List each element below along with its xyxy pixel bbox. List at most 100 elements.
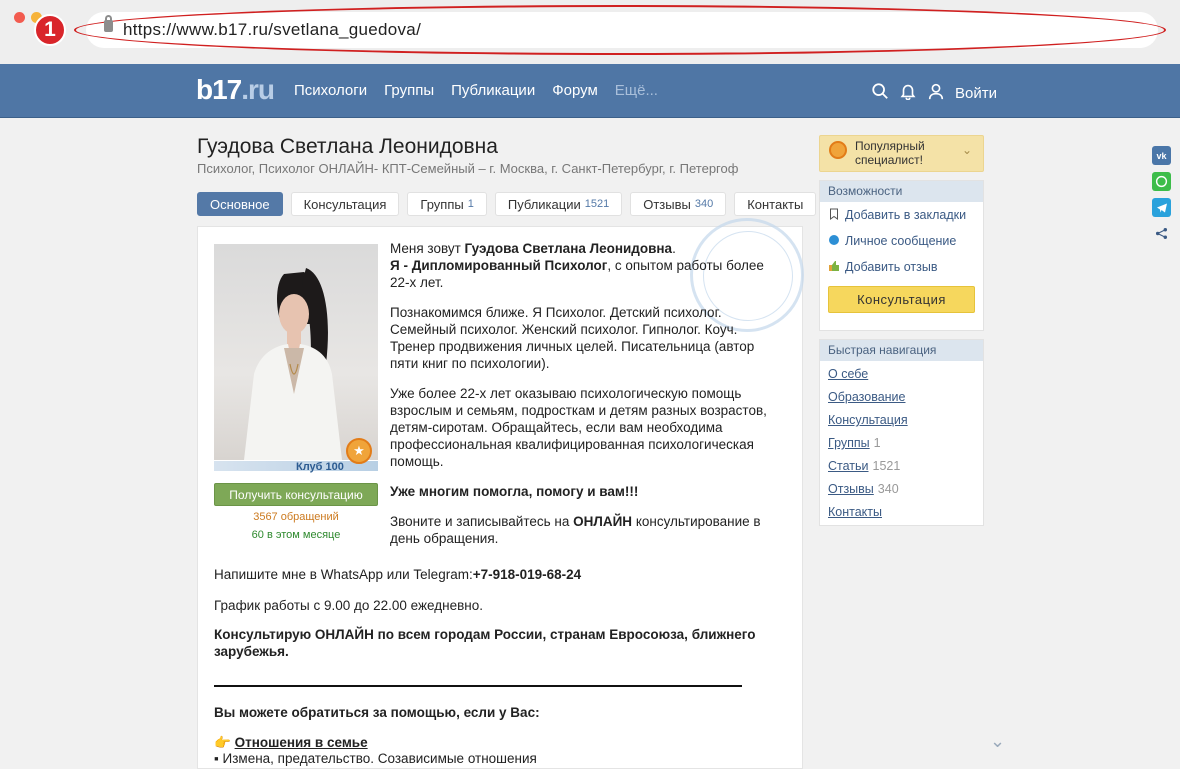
thumbs-up-icon	[828, 260, 840, 275]
bio-bold: ОНЛАЙН	[573, 514, 633, 529]
browser-chrome: 1 https://www.b17.ru/svetlana_guedova/	[0, 0, 1180, 64]
quick-nav-link[interactable]: Консультация	[828, 413, 908, 427]
tab-label: Публикации	[507, 196, 581, 212]
bio-paragraph: Уже более 22-х лет оказываю психологичес…	[390, 386, 767, 469]
quick-nav-link[interactable]: Группы	[828, 436, 870, 450]
quick-nav-item: Группы 1	[820, 433, 983, 456]
profile-subtitle: Психолог, Психолог ОНЛАЙН- КПТ-Семейный …	[197, 161, 739, 176]
quick-nav-count: 340	[877, 482, 899, 496]
quick-nav-link[interactable]: О себе	[828, 367, 868, 381]
pointing-hand-icon: 👉	[214, 735, 231, 750]
logo-suffix: .ru	[241, 74, 275, 105]
quick-nav-item: Статьи 1521	[820, 456, 983, 479]
features-title: Возможности	[820, 181, 983, 202]
url-text[interactable]: https://www.b17.ru/svetlana_guedova/	[123, 20, 421, 40]
topic-family: 👉 Отношения в семье	[214, 734, 784, 751]
message-icon	[828, 234, 840, 249]
annotation-badge: 1	[34, 14, 66, 46]
quick-nav-link[interactable]: Контакты	[828, 505, 882, 519]
quick-nav-title: Быстрая навигация	[820, 340, 983, 361]
quick-nav-item: Контакты	[820, 502, 983, 525]
login-link[interactable]: Войти	[955, 85, 997, 102]
tab-main[interactable]: Основное	[197, 192, 283, 216]
contact-line: Напишите мне в WhatsApp или Telegram:+7-…	[214, 566, 784, 583]
user-icon[interactable]	[927, 82, 945, 104]
schedule-line: График работы с 9.00 до 22.00 ежедневно.	[214, 598, 483, 613]
topic-item: ▪ Измена, предательство. Созависимые отн…	[214, 751, 537, 766]
chevron-down-icon[interactable]: ⌄	[962, 143, 972, 157]
tab-publications[interactable]: Публикации 1521	[494, 192, 623, 216]
nav-link-more[interactable]: Ещё...	[615, 82, 658, 99]
quick-nav-list: О себе Образование Консультация Группы 1 …	[820, 361, 983, 525]
bio-paragraph: Познакомимся ближе. Я Психолог. Детский …	[390, 305, 755, 371]
profile-tabs: Основное Консультация Группы 1 Публикации…	[197, 192, 817, 216]
site-logo[interactable]: b17.ru	[196, 74, 275, 106]
bio-text-span: Звоните и записывайтесь на	[390, 514, 574, 529]
tab-contacts[interactable]: Контакты	[734, 192, 817, 216]
popular-label: Популярный специалист!	[855, 139, 925, 167]
bell-icon[interactable]	[899, 82, 917, 104]
bookmark-icon	[828, 208, 840, 223]
vk-label: vk	[1156, 150, 1167, 161]
tab-consultation[interactable]: Консультация	[290, 192, 400, 216]
nav-link-forum[interactable]: Форум	[552, 82, 598, 99]
quick-nav-count: 1521	[872, 459, 901, 473]
quick-nav-item: О себе	[820, 364, 983, 387]
topic-link[interactable]: Отношения в семье	[235, 735, 368, 750]
bookmark-option[interactable]: Добавить в закладки	[820, 202, 983, 228]
quick-nav-link[interactable]: Статьи	[828, 459, 869, 473]
consultation-button[interactable]: Консультация	[828, 286, 975, 313]
quick-nav-link[interactable]: Отзывы	[828, 482, 874, 496]
bio-text-span: .	[672, 241, 676, 256]
tab-label: Консультация	[303, 196, 387, 212]
nav-link-publications[interactable]: Публикации	[451, 82, 535, 99]
option-label: Личное сообщение	[845, 234, 957, 248]
social-share-bar: vk	[1152, 146, 1171, 243]
review-option[interactable]: Добавить отзыв	[820, 254, 983, 280]
logo-main: b17	[196, 74, 242, 105]
whatsapp-icon[interactable]	[1152, 172, 1171, 191]
share-icon[interactable]	[1152, 224, 1171, 243]
scroll-down-chevron-icon[interactable]: ⌄	[990, 731, 1005, 752]
bio-paragraph: Звоните и записывайтесь на ОНЛАЙН консул…	[390, 513, 782, 547]
telegram-icon[interactable]	[1152, 198, 1171, 217]
quick-nav-item: Консультация	[820, 410, 983, 433]
vk-icon[interactable]: vk	[1152, 146, 1171, 165]
tab-label: Основное	[210, 196, 270, 212]
tab-groups[interactable]: Группы 1	[407, 192, 487, 216]
search-icon[interactable]	[871, 82, 889, 104]
tab-count: 1	[467, 198, 474, 210]
nav-link-groups[interactable]: Группы	[384, 82, 434, 99]
quick-nav-item: Образование	[820, 387, 983, 410]
tab-count: 1521	[584, 198, 610, 210]
tab-count: 340	[694, 198, 714, 210]
profile-name: Гуэдова Светлана Леонидовна	[197, 135, 498, 158]
requests-month: 60 в этом месяце	[251, 529, 341, 541]
online-line: Консультирую ОНЛАЙН по всем городам Росс…	[214, 627, 756, 659]
requests-count: 3567 обращений	[253, 511, 339, 523]
tab-label: Группы	[420, 196, 464, 212]
quick-nav-count: 1	[873, 436, 881, 450]
profile-photo[interactable]	[214, 244, 378, 460]
message-option[interactable]: Личное сообщение	[820, 228, 983, 254]
nav-link-psychologists[interactable]: Психологи	[294, 82, 367, 99]
bio-qualification: Я - Дипломированный Психолог	[390, 258, 608, 273]
main-nav: Психологи Группы Публикации Форум Ещё...	[294, 82, 658, 99]
phone-number[interactable]: +7-918-019-68-24	[473, 567, 581, 582]
bio-bold: Уже многим помогла, помогу и вам!!!	[390, 484, 639, 499]
tab-reviews[interactable]: Отзывы 340	[630, 192, 727, 216]
bio-intro: Меня зовут Гуэдова Светлана Леонидовна. Я…	[390, 240, 782, 291]
close-window-button[interactable]	[14, 12, 25, 23]
option-label: Добавить в закладки	[845, 208, 967, 222]
option-label: Добавить отзыв	[845, 260, 938, 274]
bio-text-span: Напишите мне в WhatsApp или Telegram:	[214, 567, 473, 582]
tab-label: Контакты	[747, 196, 804, 212]
tab-label: Отзывы	[643, 196, 691, 212]
get-consultation-button[interactable]: Получить консультацию	[214, 483, 378, 506]
lock-icon	[104, 15, 113, 32]
bio-text-span: Меня зовут	[390, 241, 465, 256]
help-heading: Вы можете обратиться за помощью, если у …	[214, 705, 540, 720]
quick-nav-link[interactable]: Образование	[828, 390, 905, 404]
bio-paragraph: Уже многим помогла, помогу и вам!!!	[390, 483, 782, 500]
club-label: Клуб 100	[296, 461, 344, 473]
